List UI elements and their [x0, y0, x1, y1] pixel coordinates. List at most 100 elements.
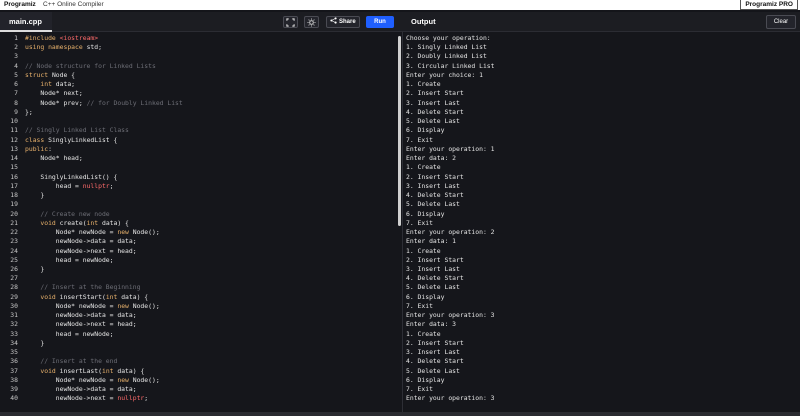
clear-button[interactable]: Clear: [766, 15, 796, 29]
run-button[interactable]: Run: [366, 16, 394, 28]
code-line[interactable]: 36 // Insert at the end: [0, 357, 396, 366]
code-line[interactable]: 2 using namespace std;: [0, 43, 396, 52]
output-console[interactable]: Choose your operation: 1. Singly Linked L…: [404, 32, 800, 412]
line-number: 37: [10, 366, 18, 375]
programiz-pro-button[interactable]: Programiz PRO: [740, 0, 798, 10]
code-line[interactable]: 38 Node* newNode = new Node();: [0, 376, 396, 385]
code-line[interactable]: 3: [0, 52, 396, 61]
code-editor[interactable]: 1 #include <iostream> 2 using namespace std…: [0, 32, 402, 412]
code-line[interactable]: 27: [0, 274, 396, 283]
code-token: new: [117, 301, 133, 310]
tab-main-cpp[interactable]: main.cpp: [0, 12, 52, 32]
code-token: Node* newNode =: [25, 375, 118, 384]
share-button[interactable]: Share: [326, 16, 360, 28]
code-line[interactable]: 14 Node* head;: [0, 154, 396, 163]
theme-toggle-button[interactable]: [304, 16, 319, 28]
code-token: Node* newNode =: [25, 301, 118, 310]
code-line[interactable]: 25 head = newNode;: [0, 256, 396, 265]
line-number: 20: [10, 209, 18, 218]
fullscreen-button[interactable]: [283, 16, 298, 28]
code-line[interactable]: 8 Node* prev; // for Doubly Linked List: [0, 99, 396, 108]
editor-scrollbar-thumb[interactable]: [398, 36, 401, 226]
code-line[interactable]: 10: [0, 117, 396, 126]
code-token: head =: [25, 181, 83, 190]
code-token: // Insert at the Beginning: [40, 283, 141, 292]
code-token: newNode->data = data;: [25, 237, 137, 246]
code-line[interactable]: 18 }: [0, 191, 396, 200]
code-text: }: [25, 265, 44, 274]
code-line[interactable]: 40 newNode->next = nullptr;: [0, 394, 396, 403]
share-icon: [330, 17, 337, 24]
code-token: nullptr: [82, 181, 110, 190]
code-text: newNode->next = nullptr;: [25, 394, 148, 403]
code-line[interactable]: 16 SinglyLinkedList() {: [0, 173, 396, 182]
code-line[interactable]: 15: [0, 163, 396, 172]
output-line: 2. Insert Start: [406, 172, 464, 181]
code-line[interactable]: 6 int data;: [0, 80, 396, 89]
code-token: ;: [144, 394, 149, 403]
code-token: insertStart(: [59, 292, 106, 301]
code-token: class: [25, 135, 49, 144]
code-line[interactable]: 23 newNode->data = data;: [0, 237, 396, 246]
code-line[interactable]: 24 newNode->next = head;: [0, 247, 396, 256]
code-text: newNode->data = data;: [25, 237, 137, 246]
code-line[interactable]: 29 void insertStart(int data) {: [0, 293, 396, 302]
code-token: SinglyLinkedList() {: [25, 172, 118, 181]
code-token: void: [40, 366, 60, 375]
code-text: newNode->next = head;: [25, 247, 137, 256]
code-token: data) {: [101, 218, 129, 227]
code-token: <iostream>: [59, 34, 99, 42]
brand-logo[interactable]: Programiz: [4, 0, 36, 9]
output-line: Enter your operation: 3: [406, 394, 495, 403]
code-token: SinglyLinkedList {: [48, 135, 118, 144]
code-line[interactable]: 13 public:: [0, 145, 396, 154]
code-line[interactable]: 21 void create(int data) {: [0, 219, 396, 228]
fullscreen-icon: [286, 18, 295, 27]
code-line[interactable]: 5 struct Node {: [0, 71, 396, 80]
output-line: 6. Display: [406, 209, 445, 218]
code-line[interactable]: 19: [0, 200, 396, 209]
code-line[interactable]: 33 head = newNode;: [0, 330, 396, 339]
output-line: Choose your operation:: [406, 34, 491, 42]
code-line[interactable]: 30 Node* newNode = new Node();: [0, 302, 396, 311]
code-line[interactable]: 20 // Create new node: [0, 210, 396, 219]
pane-divider[interactable]: [402, 32, 403, 412]
code-line[interactable]: 12 class SinglyLinkedList {: [0, 136, 396, 145]
code-line[interactable]: 9};: [0, 108, 396, 117]
output-line: 2. Insert Start: [406, 255, 464, 264]
code-line[interactable]: 32 newNode->next = head;: [0, 320, 396, 329]
code-line[interactable]: 22 Node* newNode = new Node();: [0, 228, 396, 237]
line-number: 16: [10, 172, 18, 181]
code-line[interactable]: 17 head = nullptr;: [0, 182, 396, 191]
code-line[interactable]: 1 #include <iostream>: [0, 34, 396, 43]
line-number: 1: [14, 34, 18, 42]
code-token: :: [48, 144, 52, 153]
code-line[interactable]: 28 // Insert at the Beginning: [0, 283, 396, 292]
code-token: head = newNode;: [25, 255, 114, 264]
code-token: int: [101, 366, 118, 375]
line-number: 12: [10, 135, 18, 144]
output-line: Enter your operation: 1: [406, 144, 495, 153]
code-line[interactable]: 4 // Node structure for Linked Lists: [0, 62, 396, 71]
code-line[interactable]: 39 newNode->data = data;: [0, 385, 396, 394]
code-line[interactable]: 31 newNode->data = data;: [0, 311, 396, 320]
line-number: 10: [10, 117, 18, 126]
code-line[interactable]: 26 }: [0, 265, 396, 274]
line-number: 4: [14, 61, 18, 70]
code-line[interactable]: 34 }: [0, 339, 396, 348]
output-line: 5. Delete Last: [406, 200, 460, 209]
output-line: 1. Create: [406, 80, 441, 89]
code-line[interactable]: 7 Node* next;: [0, 89, 396, 98]
code-text: newNode->data = data;: [25, 385, 137, 394]
bottom-strip: [0, 412, 800, 416]
code-line[interactable]: 35: [0, 348, 396, 357]
code-line[interactable]: 37 void insertLast(int data) {: [0, 367, 396, 376]
code-token: Node* prev;: [25, 98, 87, 107]
code-text: // Singly Linked List Class: [25, 126, 129, 135]
code-text: Node* newNode = new Node();: [25, 228, 160, 237]
code-line[interactable]: 11 // Singly Linked List Class: [0, 126, 396, 135]
